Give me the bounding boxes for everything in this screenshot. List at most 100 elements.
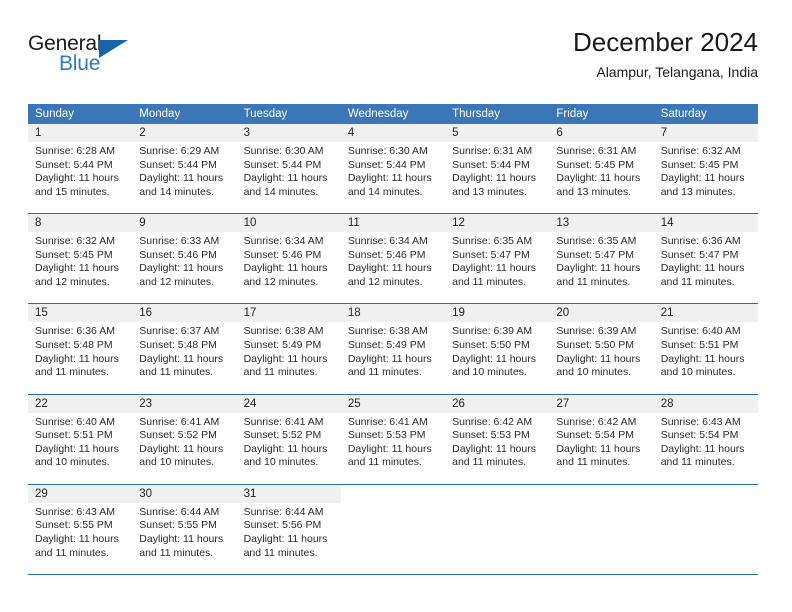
calendar-day-cell[interactable]: 4 Sunrise: 6:30 AM Sunset: 5:44 PM Daylight… — [340, 124, 446, 213]
title-block: December 2024 Alampur, Telangana, India — [573, 26, 758, 82]
calendar-day-cell[interactable]: 13 Sunrise: 6:35 AM Sunset: 5:47 PM Dayligh… — [549, 214, 654, 303]
day-detail-line: and 12 minutes. — [139, 275, 214, 288]
calendar-day-cell[interactable]: 23 Sunrise: 6:41 AM Sunset: 5:52 PM Dayligh… — [132, 394, 237, 484]
calendar-day-cell[interactable]: 22 Sunrise: 6:40 AM Sunset: 5:51 PM Dayligh… — [28, 394, 133, 484]
day-detail-line: and 11 minutes. — [556, 275, 631, 288]
day-detail-line: and 11 minutes. — [660, 456, 735, 469]
calendar-day-cell[interactable]: 21 Sunrise: 6:40 AM Sunset: 5:51 PM Dayligh… — [653, 304, 758, 393]
calendar-day-cell[interactable]: 29 Sunrise: 6:43 AM Sunset: 5:55 PM Dayligh… — [28, 484, 133, 574]
calendar-day-cell[interactable]: 18 Sunrise: 6:38 AM Sunset: 5:49 PM Dayligh… — [340, 304, 446, 393]
day-number: 14 — [653, 214, 758, 233]
day-details: Sunrise: 6:32 AM Sunset: 5:45 PM Daylight:… — [28, 232, 132, 289]
day-details: Sunrise: 6:40 AM Sunset: 5:51 PM Daylight:… — [654, 322, 758, 379]
day-detail-line: Sunrise: 6:43 AM — [660, 415, 741, 428]
calendar-day-cell[interactable]: 25 Sunrise: 6:41 AM Sunset: 5:53 PM Dayligh… — [340, 394, 446, 484]
calendar-day-cell[interactable]: 19 Sunrise: 6:39 AM Sunset: 5:50 PM Dayligh… — [445, 304, 550, 393]
calendar-day-cell[interactable]: 2 Sunrise: 6:29 AM Sunset: 5:44 PM Daylight… — [132, 124, 237, 213]
day-number — [653, 484, 758, 503]
day-detail-line: Daylight: 11 hours — [243, 352, 328, 365]
day-number: 19 — [445, 304, 550, 323]
calendar-day-cell[interactable]: 1 Sunrise: 6:28 AM Sunset: 5:44 PM Daylight… — [28, 124, 133, 213]
calendar-day-cell[interactable]: 7 Sunrise: 6:32 AM Sunset: 5:45 PM Daylight… — [653, 124, 758, 213]
day-detail-line: Daylight: 11 hours — [452, 352, 536, 365]
day-details: Sunrise: 6:39 AM Sunset: 5:50 PM Daylight:… — [549, 322, 653, 379]
day-number: 2 — [132, 124, 237, 142]
day-number: 1 — [28, 124, 133, 142]
day-detail-line: Sunset: 5:54 PM — [556, 429, 635, 442]
day-detail-line: Sunrise: 6:38 AM — [243, 325, 324, 338]
day-detail-line: Sunset: 5:54 PM — [660, 429, 739, 442]
calendar-day-cell[interactable]: 10 Sunrise: 6:34 AM Sunset: 5:46 PM Dayligh… — [236, 214, 341, 303]
weekday-header-monday: Monday — [139, 108, 181, 120]
blue-triangle-icon — [99, 40, 128, 58]
day-detail-line: Sunrise: 6:30 AM — [243, 145, 324, 157]
calendar-day-cell[interactable]: 6 Sunrise: 6:31 AM Sunset: 5:45 PM Daylight… — [549, 124, 654, 213]
brand-name-blue: Blue — [59, 52, 101, 75]
day-number: 30 — [132, 484, 237, 503]
day-number: 26 — [445, 394, 550, 413]
calendar-day-cell[interactable]: 31 Sunrise: 6:44 AM Sunset: 5:56 PM Dayligh… — [236, 484, 341, 574]
weekday-header-friday: Friday — [556, 108, 589, 120]
day-details: Sunrise: 6:34 AM Sunset: 5:46 PM Daylight:… — [237, 232, 341, 289]
day-detail-line: Daylight: 11 hours — [556, 442, 641, 455]
calendar-day-cell[interactable]: 17 Sunrise: 6:38 AM Sunset: 5:49 PM Dayligh… — [236, 304, 341, 393]
day-detail-line: Sunrise: 6:36 AM — [35, 325, 115, 338]
day-details: Sunrise: 6:36 AM Sunset: 5:48 PM Daylight:… — [28, 322, 132, 379]
day-number: 31 — [236, 484, 341, 503]
day-detail-line: Sunrise: 6:36 AM — [660, 235, 741, 248]
calendar-day-cell[interactable]: 24 Sunrise: 6:41 AM Sunset: 5:52 PM Dayligh… — [236, 394, 341, 484]
day-detail-line: Sunset: 5:47 PM — [660, 248, 739, 261]
day-detail-line: Daylight: 11 hours — [452, 442, 536, 455]
day-detail-line: Sunset: 5:56 PM — [243, 519, 322, 532]
day-number: 6 — [549, 124, 654, 142]
day-detail-line: and 11 minutes. — [35, 366, 109, 379]
calendar-day-cell[interactable]: 14 Sunrise: 6:36 AM Sunset: 5:47 PM Dayligh… — [653, 214, 758, 303]
day-detail-line: Sunset: 5:51 PM — [35, 429, 113, 442]
day-detail-line: Daylight: 11 hours — [660, 262, 745, 275]
calendar-day-cell[interactable]: 3 Sunrise: 6:30 AM Sunset: 5:44 PM Daylight… — [236, 124, 341, 213]
day-detail-line: and 12 minutes. — [243, 275, 319, 288]
day-detail-line: and 10 minutes. — [139, 456, 214, 469]
calendar-day-cell[interactable]: 16 Sunrise: 6:37 AM Sunset: 5:48 PM Dayligh… — [132, 304, 237, 393]
day-detail-line: Daylight: 11 hours — [139, 352, 224, 365]
page-title: December 2024 — [573, 27, 758, 57]
calendar-day-cell[interactable]: 12 Sunrise: 6:35 AM Sunset: 5:47 PM Dayligh… — [445, 214, 550, 303]
calendar-day-cell[interactable]: 9 Sunrise: 6:33 AM Sunset: 5:46 PM Daylight… — [132, 214, 237, 303]
calendar-day-cell[interactable]: 27 Sunrise: 6:42 AM Sunset: 5:54 PM Dayligh… — [549, 394, 654, 484]
calendar-day-cell[interactable]: 11 Sunrise: 6:34 AM Sunset: 5:46 PM Dayligh… — [340, 214, 446, 303]
day-detail-line: Sunrise: 6:32 AM — [660, 145, 741, 157]
day-detail-line: Sunset: 5:45 PM — [660, 158, 739, 171]
calendar-day-cell[interactable]: 26 Sunrise: 6:42 AM Sunset: 5:53 PM Dayligh… — [445, 394, 550, 484]
calendar-day-cell[interactable]: 20 Sunrise: 6:39 AM Sunset: 5:50 PM Dayligh… — [549, 304, 654, 393]
calendar-day-cell[interactable]: 8 Sunrise: 6:32 AM Sunset: 5:45 PM Daylight… — [28, 214, 133, 303]
day-number: 24 — [236, 394, 341, 413]
calendar-day-cell[interactable]: 5 Sunrise: 6:31 AM Sunset: 5:44 PM Daylight… — [445, 124, 550, 213]
calendar-day-cell[interactable]: 28 Sunrise: 6:43 AM Sunset: 5:54 PM Dayligh… — [653, 394, 758, 484]
day-detail-line: Sunrise: 6:44 AM — [139, 505, 220, 518]
day-details: Sunrise: 6:43 AM Sunset: 5:54 PM Daylight:… — [654, 413, 758, 470]
day-detail-line: Sunrise: 6:39 AM — [556, 325, 637, 338]
calendar-day-cell[interactable]: 15 Sunrise: 6:36 AM Sunset: 5:48 PM Dayligh… — [28, 304, 133, 393]
day-detail-line: Daylight: 11 hours — [556, 262, 641, 275]
calendar-day-cell[interactable]: 30 Sunrise: 6:44 AM Sunset: 5:55 PM Dayligh… — [132, 484, 237, 574]
day-detail-line: Sunset: 5:49 PM — [243, 338, 322, 351]
day-detail-line: and 11 minutes. — [347, 456, 422, 469]
day-number: 4 — [340, 124, 446, 142]
day-detail-line: and 11 minutes. — [660, 275, 735, 288]
day-detail-line: Sunset: 5:55 PM — [139, 519, 217, 532]
day-detail-line: and 11 minutes. — [243, 366, 318, 379]
day-details: Sunrise: 6:32 AM Sunset: 5:45 PM Daylight:… — [654, 142, 758, 199]
day-details: Sunrise: 6:41 AM Sunset: 5:52 PM Daylight:… — [132, 413, 236, 470]
day-detail-line: Sunset: 5:44 PM — [347, 158, 426, 171]
day-detail-line: and 11 minutes. — [243, 546, 318, 559]
brand-logo[interactable]: General Blue — [28, 32, 148, 86]
day-detail-line: and 14 minutes. — [347, 185, 423, 198]
day-detail-line: and 11 minutes. — [139, 546, 214, 559]
weekday-header-tuesday: Tuesday — [243, 108, 288, 120]
calendar-day-cell-empty — [340, 484, 446, 574]
day-details: Sunrise: 6:35 AM Sunset: 5:47 PM Daylight:… — [445, 232, 549, 289]
day-number: 29 — [28, 484, 133, 503]
weekday-header-thursday: Thursday — [452, 108, 501, 120]
weekday-header-row: Sunday Monday Tuesday Wednesday Thursday… — [28, 104, 758, 124]
day-details: Sunrise: 6:41 AM Sunset: 5:53 PM Daylight:… — [341, 413, 445, 470]
